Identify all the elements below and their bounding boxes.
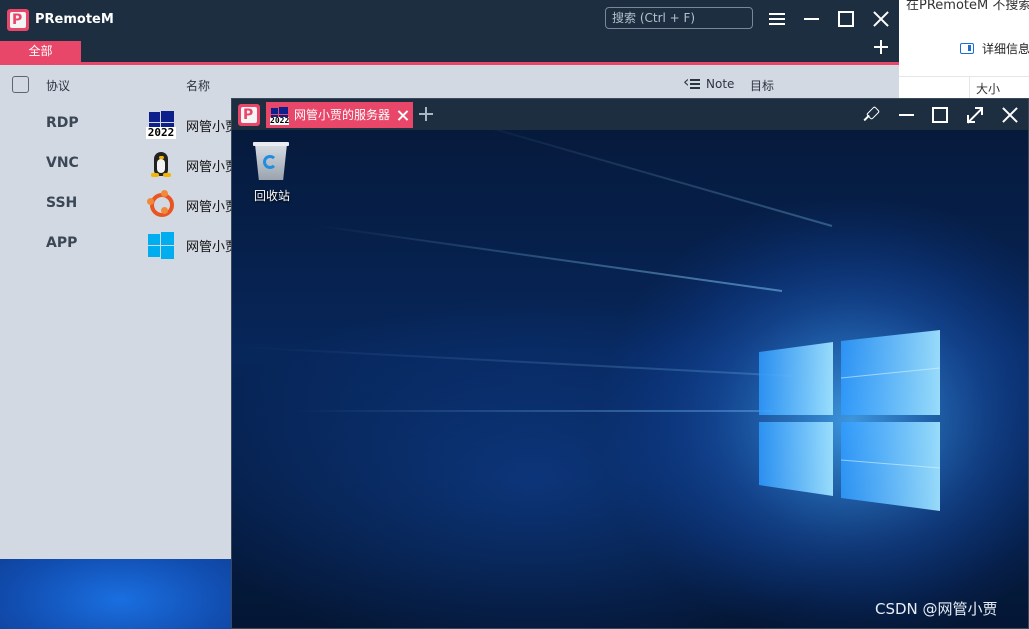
tag-bar: 全部 [0,38,899,65]
close-icon [1002,107,1018,123]
plus-icon [419,107,433,121]
search-input[interactable]: 搜索 (Ctrl + F) [605,7,753,29]
row-protocol: RDP [46,115,79,131]
hamburger-menu-icon [769,13,785,25]
close-icon [873,11,889,27]
column-note[interactable]: Note [706,77,734,91]
plus-icon [874,40,888,54]
pin-button[interactable] [859,105,881,125]
windows-icon [146,229,176,259]
close-button[interactable] [999,105,1021,125]
maximize-button[interactable] [929,105,951,125]
windows-logo-wallpaper [632,220,1028,620]
minimize-icon [803,18,819,20]
close-tab-icon[interactable] [397,110,408,121]
explorer-column-divider [969,77,970,99]
row-name: 网管小贾的服务器 [186,200,231,215]
app-title: PRemoteM [35,12,114,27]
remote-desktop-screen[interactable]: 回收站 [232,130,1028,628]
recycle-bin-label: 回收站 [253,189,290,203]
explorer-details-button[interactable]: 详细信息 [960,40,1029,57]
watermark-text: CSDN @网管小贾 [875,600,998,618]
session-tab[interactable]: 2022 网管小贾的服务器 [266,102,413,128]
fullscreen-icon [967,107,983,123]
row-name: 网管小贾的服务器 [186,240,231,255]
remote-session-window: 2022 网管小贾的服务器 [231,98,1029,629]
details-pane-icon [960,43,974,54]
windows-2022-label: 2022 [146,126,176,139]
minimize-button[interactable] [895,105,917,125]
row-protocol: VNC [46,155,79,171]
add-tag-button[interactable] [874,40,892,58]
maximize-button[interactable] [835,8,857,30]
minimize-icon [898,114,914,116]
pin-icon [862,107,878,123]
fullscreen-button[interactable] [964,105,986,125]
windows-2022-icon: 2022 [270,106,289,125]
explorer-details-label: 详细信息 [982,42,1029,56]
list-header: 协议 名称 Note 目标 [0,65,899,101]
menu-button[interactable] [766,8,788,30]
row-name: 网管小贾的服务器 [186,160,231,175]
row-protocol: SSH [46,195,78,211]
new-tab-button[interactable] [419,107,433,121]
note-toggle-icon[interactable] [683,72,700,91]
recycle-bin-icon[interactable]: 回收站 [250,140,294,210]
minimize-button[interactable] [800,8,822,30]
close-button[interactable] [870,8,892,30]
premotem-logo-icon [7,9,29,31]
column-target[interactable]: 目标 [750,77,774,94]
explorer-search-hint: 在PRemoteM 不搜索 [906,0,1029,13]
maximize-icon [838,11,854,27]
windows-2022-icon: 2022 [146,109,176,139]
premotem-logo-icon [238,104,260,126]
row-protocol: APP [46,235,78,251]
explorer-divider [899,76,1029,77]
linux-tux-icon [146,149,176,179]
session-tab-label: 网管小贾的服务器 [294,108,391,122]
explorer-column-size[interactable]: 大小 [976,80,1000,97]
tab-icon-label: 2022 [270,116,290,125]
maximize-icon [932,107,948,123]
row-name: 网管小贾的服务器 [186,120,231,135]
column-name[interactable]: 名称 [186,77,210,94]
tag-all[interactable]: 全部 [0,41,81,62]
remote-titlebar[interactable]: 2022 网管小贾的服务器 [232,99,1028,130]
select-all-checkbox[interactable] [12,76,29,93]
main-titlebar[interactable]: PRemoteM 搜索 (Ctrl + F) [0,0,899,38]
recycle-bin-lid [253,142,289,146]
column-protocol[interactable]: 协议 [46,77,70,94]
recycle-symbol-icon [263,155,277,169]
ubuntu-icon [146,189,176,219]
